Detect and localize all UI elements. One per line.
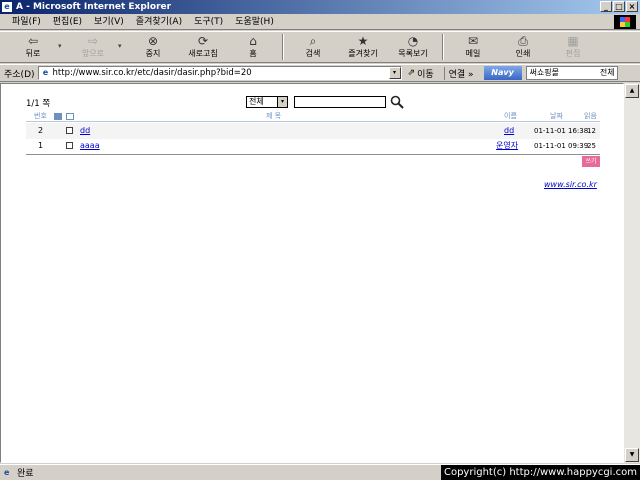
address-label: 주소(D) [4,69,35,80]
status-text: 완료 [17,469,34,479]
page-icon: e [42,68,49,77]
ie-logo-icon: e [2,2,12,12]
toolbar-separator [442,34,444,60]
menu-view[interactable]: 보기(V) [88,14,130,30]
go-button[interactable]: ⇗ 이동 [408,67,434,80]
post-author-link[interactable]: dd [504,123,514,139]
chevron-down-icon: ▾ [277,97,287,107]
menu-help[interactable]: 도움말(H) [229,14,280,30]
stop-button[interactable]: ⊗ 중지 [128,32,178,62]
row-checkbox[interactable] [66,142,73,149]
stop-icon: ⊗ [147,34,159,48]
address-dropdown[interactable]: ▾ [388,67,401,79]
address-input[interactable]: e http://www.sir.co.kr/etc/dasir/dasir.p… [37,66,402,80]
checkbox-header-icon [66,113,74,120]
table-row: 2 dd dd 01-11-01 16:38 12 [26,123,600,139]
maximize-button[interactable]: □ [613,1,625,12]
favorites-icon: ★ [357,34,369,48]
copyright-banner: Copyright(c) http://www.happycgi.com [440,465,640,480]
history-button[interactable]: ◔ 목록보기 [388,32,438,62]
refresh-button[interactable]: ⟳ 새로고침 [178,32,228,62]
vertical-scrollbar[interactable]: ▲ ▼ [624,83,640,463]
forward-dropdown[interactable]: ▾ [118,32,128,50]
refresh-icon: ⟳ [197,34,209,48]
table-header: 번호 제 목 이름 날짜 읽음 [26,112,600,122]
print-icon: ⎙ [518,34,528,48]
board-top: 1/1 쪽 전체 ▾ [26,95,600,110]
title-bar[interactable]: e A - Microsoft Internet Explorer _ □ × [0,0,640,14]
post-author-link[interactable]: 운영자 [496,138,518,154]
home-button[interactable]: ⌂ 홈 [228,32,278,62]
back-dropdown[interactable]: ▾ [58,32,68,50]
sir-footer-link[interactable]: www.sir.co.kr [544,180,597,189]
toolbar: ⇦ 뒤로 ▾ ⇨ 앞으로 ▾ ⊗ 중지 ⟳ 새로고침 ⌂ 홈 ⌕ 검색 ★ 즐겨… [0,31,640,63]
edit-button[interactable]: ▦ 편집 [548,32,598,62]
menu-file[interactable]: 파일(F) [6,14,47,30]
write-button[interactable]: 쓰기 [582,156,600,167]
window-controls: _ □ × [600,1,638,12]
edit-icon: ▦ [567,34,579,48]
windows-logo-icon [614,15,636,29]
select-all-icon[interactable] [54,113,62,120]
window-title: A - Microsoft Internet Explorer [16,2,172,12]
table-divider [26,154,600,155]
search-button[interactable]: ⌕ 검색 [288,32,338,62]
arrow-left-icon: ⇦ [27,34,39,48]
search-icon: ⌕ [309,34,317,48]
menu-bar: 파일(F) 편집(E) 보기(V) 즐겨찾기(A) 도구(T) 도움말(H) [0,14,640,30]
arrow-right-icon: ⇨ [87,34,99,48]
toolbar-separator [282,34,284,60]
scroll-up-button[interactable]: ▲ [625,84,639,98]
table-row: 1 aaaa 운영자 01-11-01 09:39 25 [26,138,600,154]
menu-tools[interactable]: 도구(T) [188,14,229,30]
links-button[interactable]: 연결 » [443,66,474,80]
history-icon: ◔ [407,34,419,48]
magnifier-search-icon[interactable] [390,95,404,109]
search-input[interactable] [294,96,386,108]
mail-button[interactable]: ✉ 메일 [448,32,498,62]
mail-icon: ✉ [467,34,479,48]
back-button[interactable]: ⇦ 뒤로 [8,32,58,62]
page-info: 1/1 쪽 [26,99,51,109]
post-subject-link[interactable]: aaaa [80,138,100,154]
print-button[interactable]: ⎙ 인쇄 [498,32,548,62]
address-bar: 주소(D) e http://www.sir.co.kr/etc/dasir/d… [0,64,640,82]
close-button[interactable]: × [626,1,638,12]
menu-edit[interactable]: 편집(E) [47,14,88,30]
post-subject-link[interactable]: dd [80,123,90,139]
scroll-down-button[interactable]: ▼ [625,448,639,462]
home-icon: ⌂ [249,34,257,48]
go-icon: ⇗ [407,68,416,78]
minimize-button[interactable]: _ [600,1,612,12]
navy-logo[interactable]: Navy [483,66,522,80]
favorites-button[interactable]: ★ 즐겨찾기 [338,32,388,62]
navy-search-input[interactable]: 써쇼핑몰 전체 [525,66,618,80]
forward-button[interactable]: ⇨ 앞으로 [68,32,118,62]
address-url: http://www.sir.co.kr/etc/dasir/dasir.php… [52,68,252,78]
row-checkbox[interactable] [66,127,73,134]
page-status-icon: e [4,467,10,477]
menu-favorites[interactable]: 즐겨찾기(A) [130,14,188,30]
search-field-select[interactable]: 전체 ▾ [246,96,288,108]
